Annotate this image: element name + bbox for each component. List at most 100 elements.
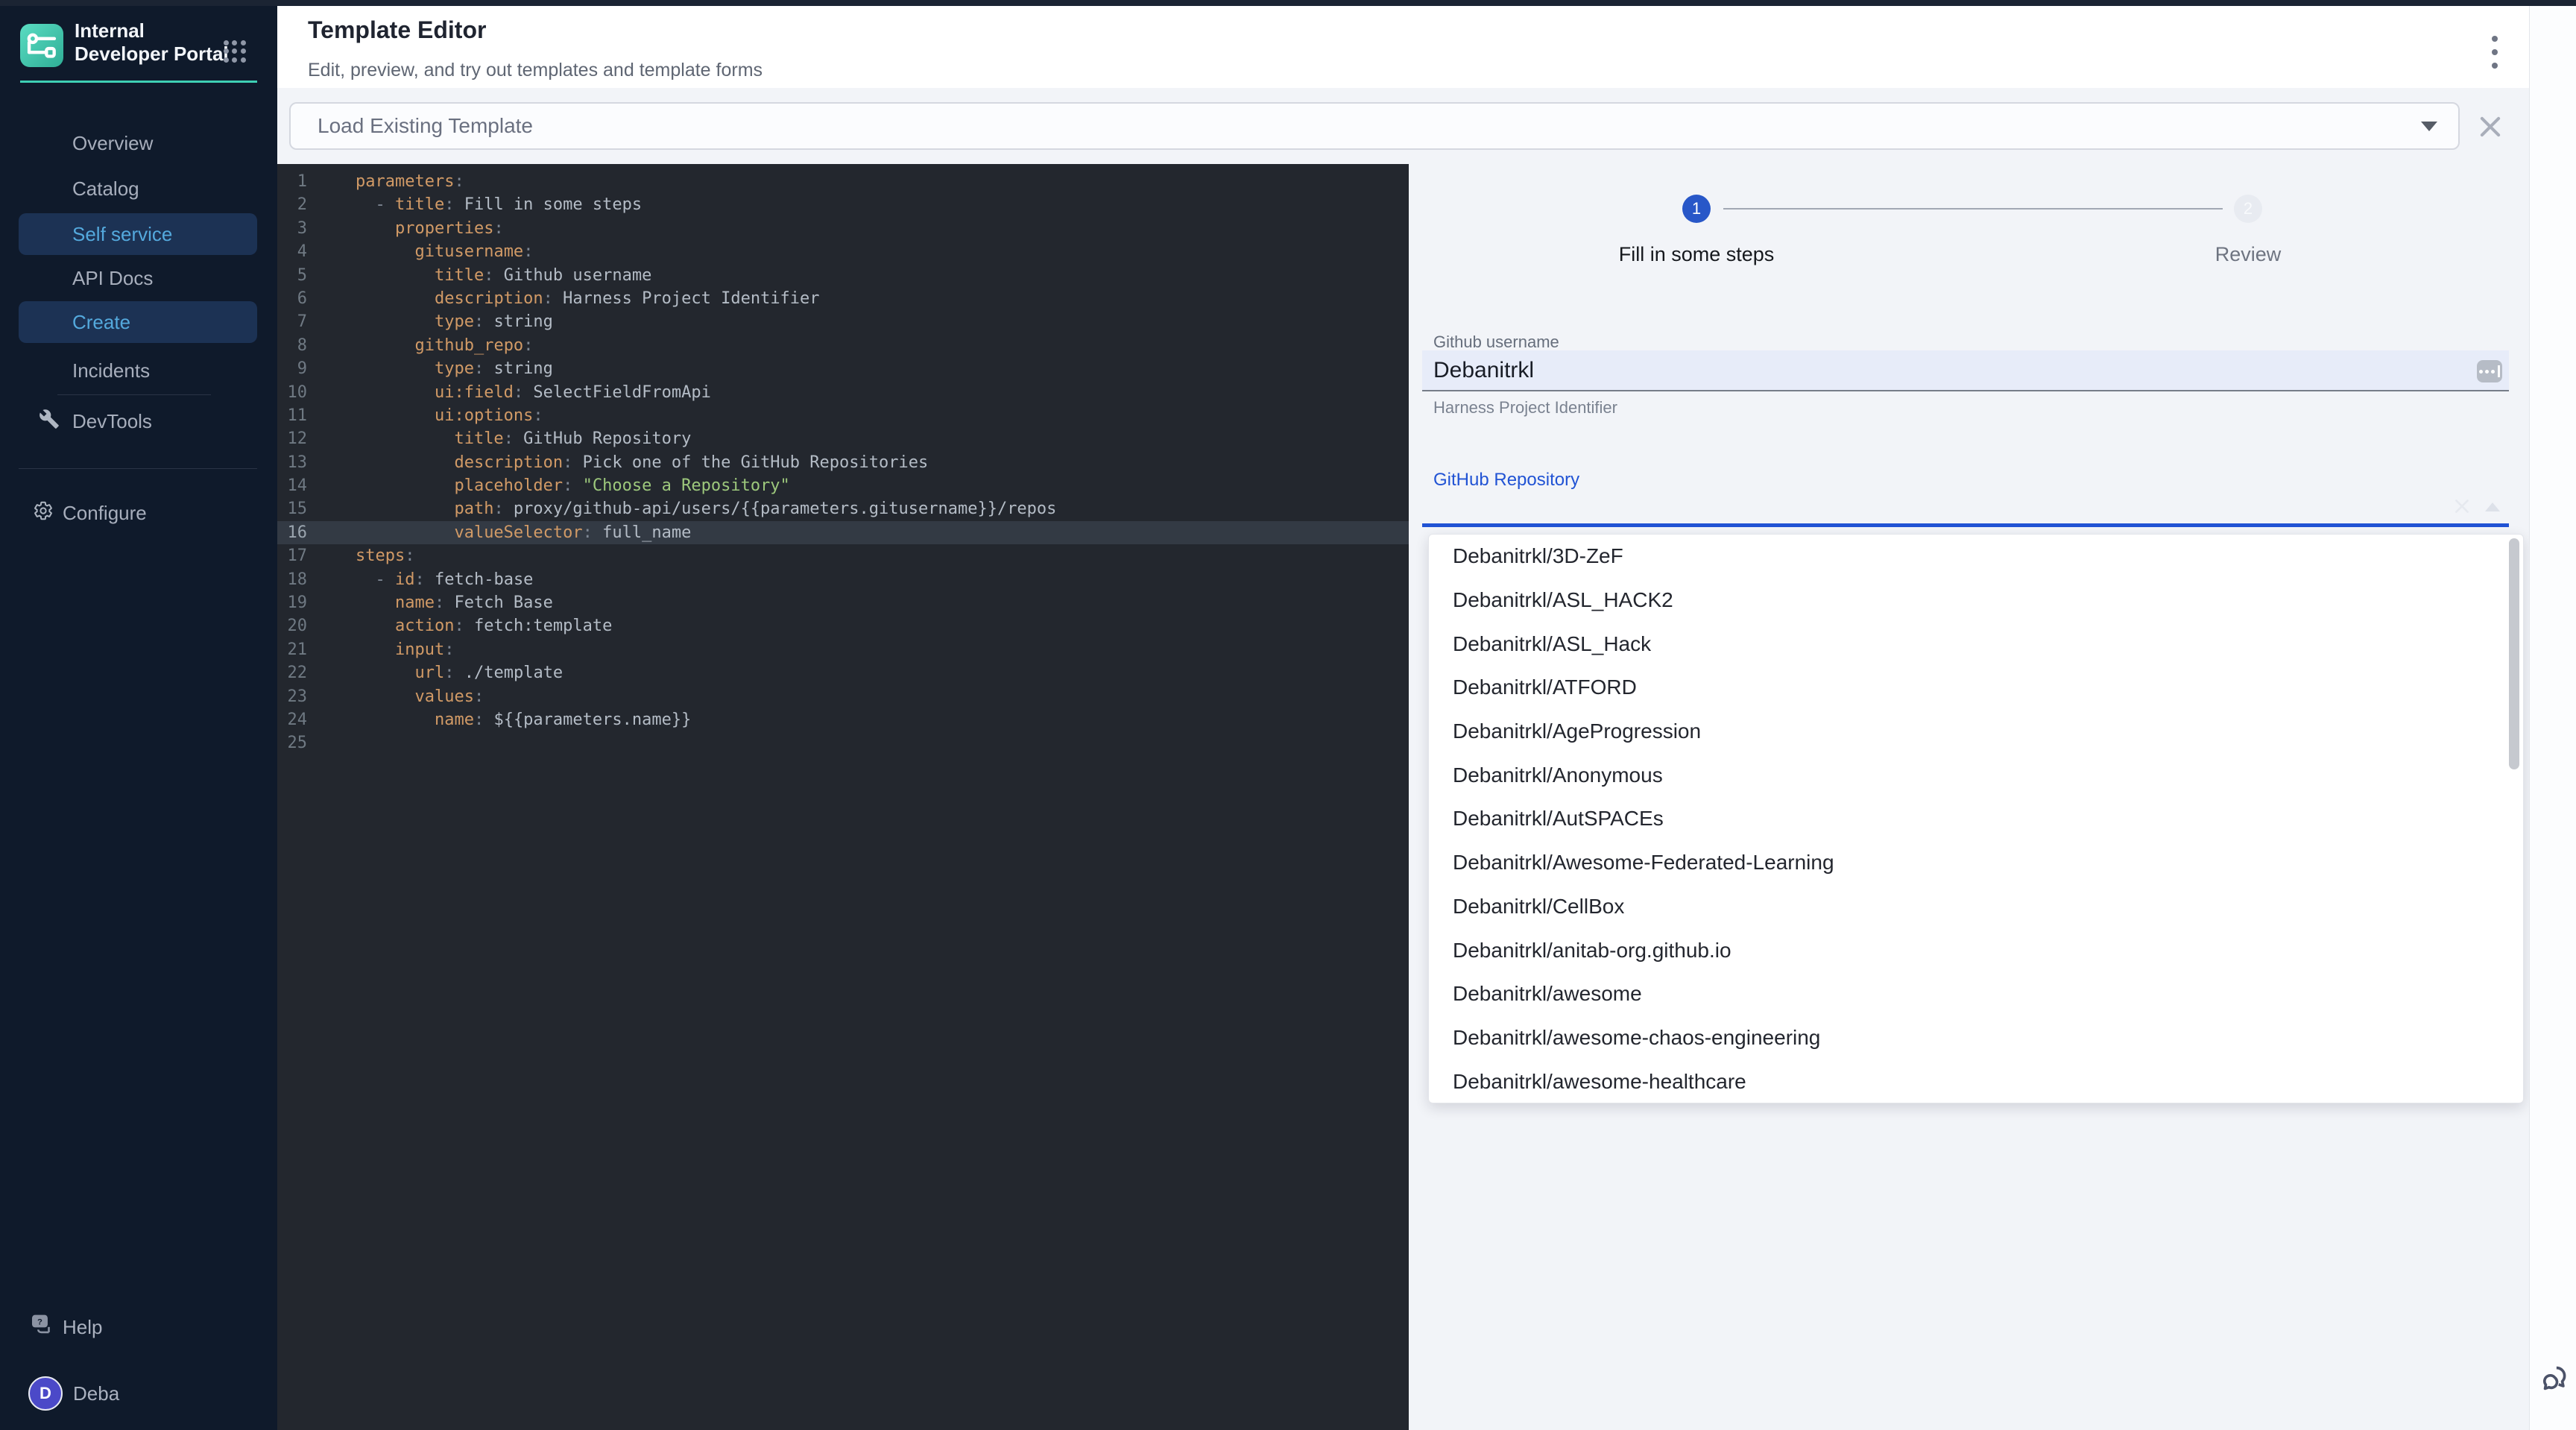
- repo-option[interactable]: Debanitrkl/awesome-healthcare: [1429, 1059, 2523, 1103]
- code-line[interactable]: 13 description: Pick one of the GitHub R…: [277, 451, 1409, 474]
- right-rail: [2529, 6, 2576, 1430]
- apps-grid-icon[interactable]: [224, 40, 246, 63]
- sidebar-item-devtools[interactable]: DevTools: [0, 400, 277, 442]
- username-helper-text: Harness Project Identifier: [1433, 398, 1617, 418]
- username-field-label: Github username: [1433, 333, 1559, 352]
- code-line[interactable]: 4 gitusername:: [277, 240, 1409, 263]
- repo-option[interactable]: Debanitrkl/ASL_HACK2: [1429, 579, 2523, 623]
- sidebar-item-self-service[interactable]: Self service: [19, 213, 257, 255]
- repo-option[interactable]: Debanitrkl/3D-ZeF: [1429, 535, 2523, 579]
- sidebar-divider: [57, 394, 211, 395]
- repository-dropdown-list: Debanitrkl/3D-ZeFDebanitrkl/ASL_HACK2Deb…: [1428, 534, 2524, 1103]
- code-text: placeholder: "Choose a Repository": [356, 474, 790, 497]
- code-editor[interactable]: 1parameters:2 - title: Fill in some step…: [277, 164, 1409, 1430]
- username-input[interactable]: [1433, 350, 2402, 390]
- repo-option[interactable]: Debanitrkl/awesome-chaos-engineering: [1429, 1016, 2523, 1060]
- page-subtitle: Edit, preview, and try out templates and…: [308, 60, 763, 81]
- line-number: 8: [277, 334, 315, 357]
- code-text: - id: fetch-base: [356, 568, 533, 591]
- code-line[interactable]: 21 input:: [277, 638, 1409, 661]
- line-number: 18: [277, 568, 315, 591]
- line-number: 24: [277, 708, 315, 731]
- code-text: ui:options:: [356, 404, 543, 427]
- repository-field-label: GitHub Repository: [1433, 470, 1579, 491]
- autofill-badge-icon[interactable]: [2477, 360, 2502, 382]
- code-line[interactable]: 3 properties:: [277, 217, 1409, 240]
- code-line[interactable]: 1parameters:: [277, 170, 1409, 193]
- code-text: description: Pick one of the GitHub Repo…: [356, 451, 928, 474]
- sidebar-item-create[interactable]: Create: [19, 301, 257, 343]
- sidebar-item-api-docs[interactable]: API Docs: [0, 257, 277, 299]
- code-text: url: ./template: [356, 661, 563, 684]
- sidebar-item-catalog[interactable]: Catalog: [0, 168, 277, 210]
- code-text: valueSelector: full_name: [356, 521, 691, 544]
- code-text: steps:: [356, 544, 414, 567]
- code-line[interactable]: 7 type: string: [277, 310, 1409, 333]
- code-line[interactable]: 22 url: ./template: [277, 661, 1409, 684]
- code-line[interactable]: 15 path: proxy/github-api/users/{{parame…: [277, 497, 1409, 520]
- load-template-select[interactable]: Load Existing Template: [289, 102, 2460, 150]
- code-text: parameters:: [356, 170, 464, 193]
- avatar: D: [28, 1376, 63, 1411]
- page-title: Template Editor: [308, 16, 486, 44]
- code-line[interactable]: 9 type: string: [277, 357, 1409, 380]
- dropdown-scrollbar[interactable]: [2509, 538, 2519, 769]
- repo-option[interactable]: Debanitrkl/ATFORD: [1429, 666, 2523, 710]
- clear-selection-icon[interactable]: [2452, 497, 2472, 516]
- code-line[interactable]: 10 ui:field: SelectFieldFromApi: [277, 381, 1409, 404]
- repo-option[interactable]: Debanitrkl/awesome: [1429, 972, 2523, 1016]
- chevron-up-icon[interactable]: [2485, 503, 2500, 511]
- feedback-chat-button[interactable]: [2537, 1361, 2572, 1396]
- user-menu[interactable]: D Deba: [28, 1376, 119, 1411]
- code-line[interactable]: 20 action: fetch:template: [277, 614, 1409, 637]
- repo-option[interactable]: Debanitrkl/AutSPACEs: [1429, 797, 2523, 841]
- app-title: Internal Developer Portal: [75, 19, 231, 66]
- repo-option[interactable]: Debanitrkl/Anonymous: [1429, 753, 2523, 797]
- app-logo[interactable]: [20, 24, 63, 67]
- code-line[interactable]: 24 name: ${{parameters.name}}: [277, 708, 1409, 731]
- code-line[interactable]: 11 ui:options:: [277, 404, 1409, 427]
- sidebar-item-incidents[interactable]: Incidents: [0, 350, 277, 391]
- code-line[interactable]: 23 values:: [277, 685, 1409, 708]
- code-text: input:: [356, 638, 454, 661]
- wrench-icon: [39, 409, 60, 435]
- more-options-button[interactable]: [2480, 36, 2510, 69]
- stepper-connector: [1723, 208, 2223, 210]
- repo-option[interactable]: Debanitrkl/ASL_Hack: [1429, 622, 2523, 666]
- code-line[interactable]: 5 title: Github username: [277, 264, 1409, 287]
- line-number: 21: [277, 638, 315, 661]
- code-line[interactable]: 19 name: Fetch Base: [277, 591, 1409, 614]
- code-line[interactable]: 12 title: GitHub Repository: [277, 427, 1409, 450]
- code-line[interactable]: 8 github_repo:: [277, 334, 1409, 357]
- code-line[interactable]: 17steps:: [277, 544, 1409, 567]
- repo-option[interactable]: Debanitrkl/Awesome-Federated-Learning: [1429, 841, 2523, 885]
- sidebar-item-configure[interactable]: Configure: [0, 492, 277, 534]
- code-line[interactable]: 2 - title: Fill in some steps: [277, 193, 1409, 216]
- user-name: Deba: [73, 1382, 119, 1405]
- sidebar-item-overview[interactable]: Overview: [0, 122, 277, 164]
- code-text: - title: Fill in some steps: [356, 193, 642, 216]
- repo-option[interactable]: Debanitrkl/AgeProgression: [1429, 710, 2523, 754]
- code-text: name: Fetch Base: [356, 591, 553, 614]
- code-line[interactable]: 18 - id: fetch-base: [277, 568, 1409, 591]
- code-text: title: Github username: [356, 264, 651, 287]
- help-chat-icon: ?: [30, 1312, 55, 1343]
- repository-field-underline: [1422, 523, 2509, 527]
- repo-option[interactable]: Debanitrkl/CellBox: [1429, 885, 2523, 929]
- line-number: 20: [277, 614, 315, 637]
- code-text: description: Harness Project Identifier: [356, 287, 820, 310]
- code-text: type: string: [356, 357, 553, 380]
- code-line[interactable]: 25: [277, 731, 1409, 755]
- code-line[interactable]: 6 description: Harness Project Identifie…: [277, 287, 1409, 310]
- line-number: 4: [277, 240, 315, 263]
- code-text: properties:: [356, 217, 504, 240]
- repo-option[interactable]: Debanitrkl/anitab-org.github.io: [1429, 928, 2523, 972]
- line-number: 16: [277, 521, 315, 544]
- code-line[interactable]: 14 placeholder: "Choose a Repository": [277, 474, 1409, 497]
- line-number: 19: [277, 591, 315, 614]
- code-line[interactable]: 16 valueSelector: full_name: [277, 521, 1409, 544]
- close-icon[interactable]: [2476, 113, 2504, 141]
- help-button[interactable]: ? Help: [30, 1312, 102, 1343]
- load-template-placeholder: Load Existing Template: [318, 114, 533, 138]
- line-number: 14: [277, 474, 315, 497]
